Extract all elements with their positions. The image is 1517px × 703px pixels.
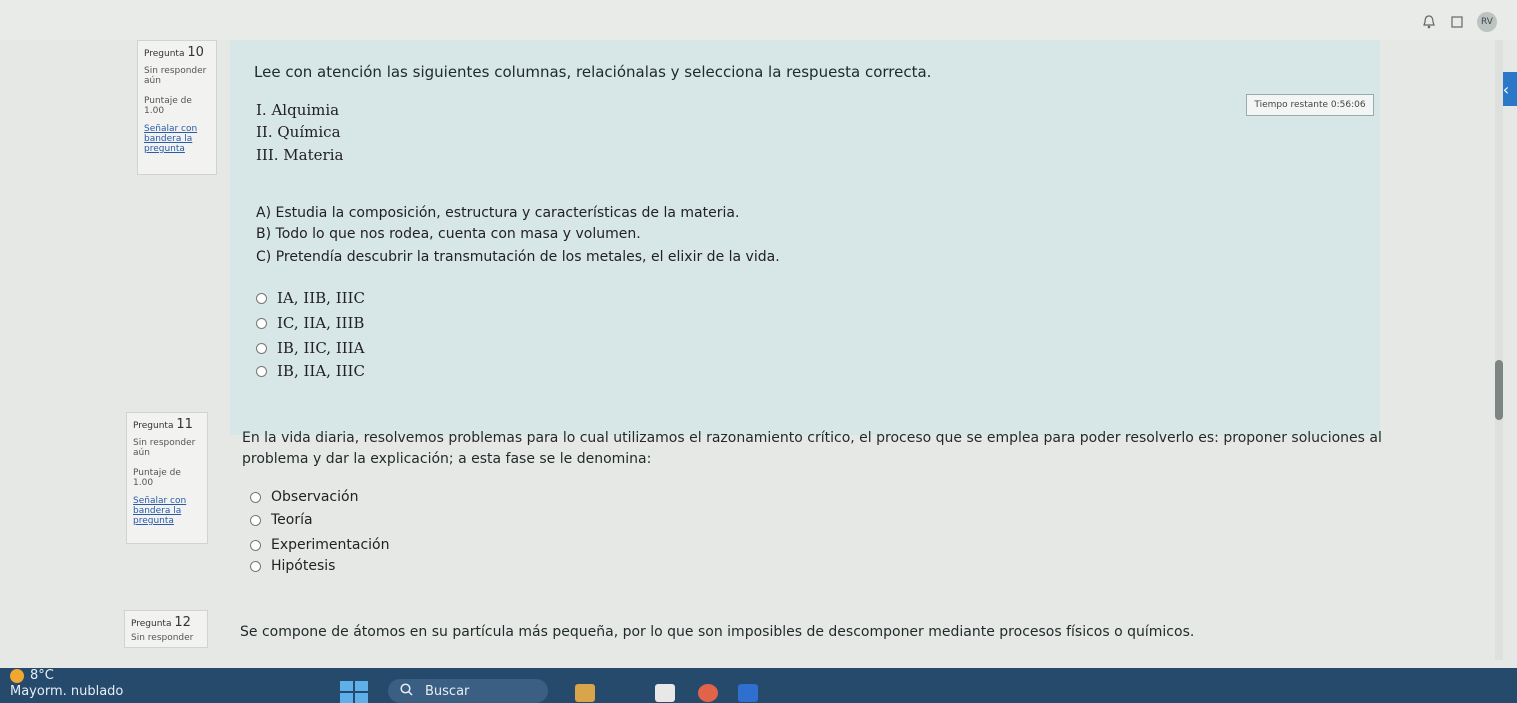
q11-option-2[interactable]: Teoría xyxy=(250,512,313,528)
radio-button[interactable] xyxy=(256,317,267,329)
column-item-1: I. Alquimia xyxy=(256,101,340,119)
time-remaining: Tiempo restante 0:56:06 xyxy=(1246,94,1374,116)
question-11-prompt-line2: problema y dar la explicación; a esta fa… xyxy=(242,451,652,467)
q11-option-1[interactable]: Observación xyxy=(250,489,358,505)
bell-icon[interactable] xyxy=(1421,14,1437,30)
statement-a: A) Estudia la composición, estructura y … xyxy=(256,205,740,221)
q11-option-3[interactable]: Experimentación xyxy=(250,537,390,553)
radio-button[interactable] xyxy=(250,539,261,551)
question-score: Puntaje de 1.00 xyxy=(133,468,181,488)
taskbar-search[interactable]: Buscar xyxy=(388,679,548,703)
column-item-3: III. Materia xyxy=(256,146,344,164)
avatar[interactable]: RV xyxy=(1477,12,1497,32)
question-score: Puntaje de 1.00 xyxy=(144,96,192,116)
q10-option-3[interactable]: IB, IIC, IIIA xyxy=(256,339,364,357)
question-info-11: Pregunta 11 Sin responder aún Puntaje de… xyxy=(126,412,208,544)
question-number: Pregunta 12 xyxy=(131,615,191,630)
question-status: Sin responder xyxy=(131,633,194,643)
question-11-prompt-line1: En la vida diaria, resolvemos problemas … xyxy=(242,430,1382,446)
top-right-icons: RV xyxy=(1421,12,1497,32)
taskbar-app-icon[interactable] xyxy=(655,684,675,702)
question-number: Pregunta 11 xyxy=(133,417,193,432)
scrollbar-track[interactable] xyxy=(1495,40,1503,660)
weather-description: Mayorm. nublado xyxy=(10,684,124,699)
taskbar xyxy=(0,668,1517,703)
scrollbar-thumb[interactable] xyxy=(1495,360,1503,420)
question-info-12: Pregunta 12 Sin responder xyxy=(124,610,208,648)
question-12-prompt: Se compone de átomos en su partícula más… xyxy=(240,624,1195,640)
weather-widget[interactable]: 8°C Mayorm. nublado xyxy=(10,668,123,699)
weather-icon xyxy=(10,668,24,683)
question-10-prompt: Lee con atención las siguientes columnas… xyxy=(254,63,932,81)
window-icon[interactable] xyxy=(1449,14,1465,30)
question-info-10: Pregunta 10 Sin responder aún Puntaje de… xyxy=(137,40,217,175)
radio-button[interactable] xyxy=(256,292,267,304)
radio-button[interactable] xyxy=(250,491,261,503)
radio-button[interactable] xyxy=(250,560,261,572)
search-label: Buscar xyxy=(425,683,470,699)
question-number: Pregunta 10 xyxy=(144,45,204,60)
statement-c: C) Pretendía descubrir la transmutación … xyxy=(256,249,780,265)
flag-question-link[interactable]: Señalar con bandera la pregunta xyxy=(144,124,210,154)
question-status: Sin responder aún xyxy=(144,66,207,86)
q11-option-4[interactable]: Hipótesis xyxy=(250,558,335,574)
temperature: 8°C xyxy=(30,668,54,683)
taskbar-app-icon[interactable] xyxy=(738,684,758,702)
flag-question-link[interactable]: Señalar con bandera la pregunta xyxy=(133,496,201,526)
q10-option-1[interactable]: IA, IIB, IIIC xyxy=(256,289,365,307)
taskbar-app-icon[interactable] xyxy=(575,684,595,702)
question-status: Sin responder aún xyxy=(133,438,196,458)
radio-button[interactable] xyxy=(256,342,267,354)
statement-b: B) Todo lo que nos rodea, cuenta con mas… xyxy=(256,226,641,242)
windows-logo-icon[interactable] xyxy=(340,681,368,703)
radio-button[interactable] xyxy=(250,514,261,526)
browser-top-bar xyxy=(0,0,1517,40)
q10-option-4[interactable]: IB, IIA, IIIC xyxy=(256,362,365,380)
column-item-2: II. Química xyxy=(256,123,341,141)
search-icon xyxy=(400,682,413,700)
taskbar-app-icon[interactable] xyxy=(698,684,718,702)
q10-option-2[interactable]: IC, IIA, IIIB xyxy=(256,314,364,332)
radio-button[interactable] xyxy=(256,365,267,377)
